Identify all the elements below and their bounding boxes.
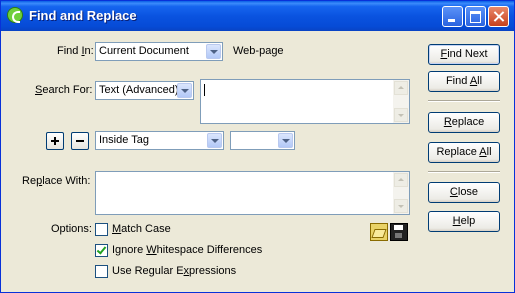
close-button[interactable]: Close: [428, 182, 500, 203]
regex-checkbox[interactable]: [95, 265, 108, 278]
replace-scrollbar[interactable]: [393, 172, 409, 214]
search-type-select[interactable]: Text (Advanced): [95, 81, 194, 100]
ignore-whitespace-checkbox[interactable]: [95, 244, 108, 257]
ignore-whitespace-label[interactable]: Ignore Whitespace Differences: [112, 244, 262, 256]
maximize-button[interactable]: [465, 6, 486, 27]
text-caret: [204, 84, 205, 96]
replace-button[interactable]: Replace: [428, 112, 500, 133]
scroll-up-icon[interactable]: [394, 81, 408, 95]
replace-all-button[interactable]: Replace All: [428, 142, 500, 163]
find-in-scope-text: Web-page: [233, 45, 284, 57]
minimize-button[interactable]: [442, 6, 463, 27]
regex-label[interactable]: Use Regular Expressions: [112, 265, 236, 277]
find-replace-dialog: Find and Replace Find In: Current Docume…: [0, 0, 515, 293]
separator: [428, 100, 500, 102]
replace-with-label: Replace With:: [22, 175, 91, 187]
add-condition-button[interactable]: [46, 132, 64, 150]
tag-condition-value: Inside Tag: [99, 134, 149, 146]
find-in-value: Current Document: [99, 45, 189, 57]
chevron-down-icon[interactable]: [177, 83, 192, 98]
remove-condition-button[interactable]: [71, 132, 89, 150]
match-case-checkbox[interactable]: [95, 223, 108, 236]
help-button[interactable]: Help: [428, 211, 500, 232]
chevron-down-icon[interactable]: [206, 44, 221, 59]
options-label: Options:: [51, 223, 92, 235]
search-for-field[interactable]: [200, 79, 410, 124]
search-scrollbar[interactable]: [393, 80, 409, 123]
separator: [428, 171, 500, 173]
replace-with-field[interactable]: [95, 171, 410, 215]
tag-condition-select[interactable]: Inside Tag: [95, 131, 224, 150]
find-in-label: Find In:: [57, 45, 94, 57]
chevron-down-icon[interactable]: [278, 133, 293, 148]
scroll-down-icon[interactable]: [394, 108, 408, 122]
tag-name-select[interactable]: [230, 131, 295, 150]
scroll-down-icon[interactable]: [394, 199, 408, 213]
close-window-button[interactable]: [488, 6, 509, 27]
find-all-button[interactable]: Find All: [428, 71, 500, 92]
save-icon[interactable]: [390, 223, 408, 241]
chevron-down-icon[interactable]: [207, 133, 222, 148]
search-for-label: Search For:: [35, 84, 93, 96]
window-title: Find and Replace: [29, 8, 137, 23]
folder-open-icon[interactable]: [370, 223, 388, 241]
find-next-button[interactable]: Find Next: [428, 44, 500, 65]
find-in-select[interactable]: Current Document: [95, 42, 223, 61]
scroll-up-icon[interactable]: [394, 173, 408, 187]
match-case-label[interactable]: Match Case: [112, 223, 171, 235]
app-icon: [7, 7, 23, 23]
title-bar[interactable]: Find and Replace: [1, 1, 514, 31]
search-type-value: Text (Advanced): [99, 84, 177, 96]
